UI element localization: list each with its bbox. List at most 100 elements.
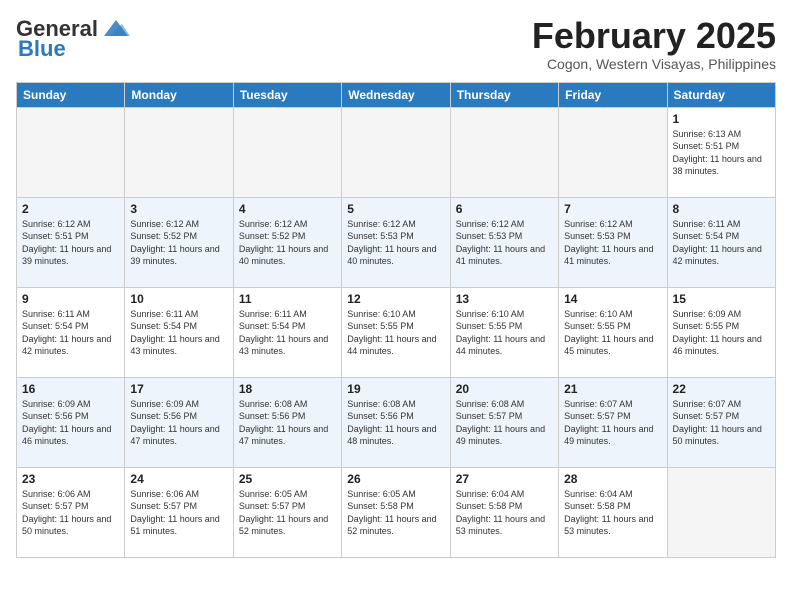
day-info: Sunrise: 6:11 AM Sunset: 5:54 PM Dayligh…	[239, 308, 336, 358]
day-info: Sunrise: 6:09 AM Sunset: 5:55 PM Dayligh…	[673, 308, 770, 358]
day-info: Sunrise: 6:08 AM Sunset: 5:57 PM Dayligh…	[456, 398, 553, 448]
calendar-week-row: 16Sunrise: 6:09 AM Sunset: 5:56 PM Dayli…	[17, 377, 776, 467]
day-number: 5	[347, 202, 444, 216]
calendar-cell: 23 Sunrise: 6:06 AM Sunset: 5:57 PM Dayli…	[17, 467, 125, 557]
calendar-cell: 20 Sunrise: 6:08 AM Sunset: 5:57 PM Dayli…	[450, 377, 558, 467]
day-number: 15	[673, 292, 770, 306]
day-info: Sunrise: 6:10 AM Sunset: 5:55 PM Dayligh…	[564, 308, 661, 358]
day-header-friday: Friday	[559, 82, 667, 107]
day-number: 27	[456, 472, 553, 486]
day-info: Sunrise: 6:12 AM Sunset: 5:51 PM Dayligh…	[22, 218, 119, 268]
day-info: Sunrise: 6:11 AM Sunset: 5:54 PM Dayligh…	[673, 218, 770, 268]
title-block: February 2025 Cogon, Western Visayas, Ph…	[532, 16, 776, 72]
day-number: 6	[456, 202, 553, 216]
day-info: Sunrise: 6:11 AM Sunset: 5:54 PM Dayligh…	[130, 308, 227, 358]
calendar-cell: 9 Sunrise: 6:11 AM Sunset: 5:54 PM Daylig…	[17, 287, 125, 377]
logo: General Blue	[16, 16, 132, 62]
calendar-cell: 21Sunrise: 6:07 AM Sunset: 5:57 PM Dayli…	[559, 377, 667, 467]
calendar-cell: 27 Sunrise: 6:04 AM Sunset: 5:58 PM Dayli…	[450, 467, 558, 557]
calendar-cell: 6 Sunrise: 6:12 AM Sunset: 5:53 PM Daylig…	[450, 197, 558, 287]
day-info: Sunrise: 6:13 AM Sunset: 5:51 PM Dayligh…	[673, 128, 770, 178]
day-info: Sunrise: 6:12 AM Sunset: 5:52 PM Dayligh…	[239, 218, 336, 268]
day-info: Sunrise: 6:08 AM Sunset: 5:56 PM Dayligh…	[239, 398, 336, 448]
calendar-cell: 2 Sunrise: 6:12 AM Sunset: 5:51 PM Daylig…	[17, 197, 125, 287]
day-info: Sunrise: 6:12 AM Sunset: 5:53 PM Dayligh…	[456, 218, 553, 268]
day-number: 24	[130, 472, 227, 486]
day-info: Sunrise: 6:07 AM Sunset: 5:57 PM Dayligh…	[673, 398, 770, 448]
day-info: Sunrise: 6:04 AM Sunset: 5:58 PM Dayligh…	[564, 488, 661, 538]
calendar-cell: 15 Sunrise: 6:09 AM Sunset: 5:55 PM Dayli…	[667, 287, 775, 377]
day-number: 8	[673, 202, 770, 216]
day-number: 28	[564, 472, 661, 486]
day-header-monday: Monday	[125, 82, 233, 107]
day-info: Sunrise: 6:06 AM Sunset: 5:57 PM Dayligh…	[22, 488, 119, 538]
day-info: Sunrise: 6:04 AM Sunset: 5:58 PM Dayligh…	[456, 488, 553, 538]
calendar-cell: 7 Sunrise: 6:12 AM Sunset: 5:53 PM Daylig…	[559, 197, 667, 287]
calendar-week-row: 23 Sunrise: 6:06 AM Sunset: 5:57 PM Dayli…	[17, 467, 776, 557]
day-number: 26	[347, 472, 444, 486]
day-info: Sunrise: 6:12 AM Sunset: 5:53 PM Dayligh…	[564, 218, 661, 268]
calendar-cell: 26 Sunrise: 6:05 AM Sunset: 5:58 PM Dayli…	[342, 467, 450, 557]
day-number: 11	[239, 292, 336, 306]
calendar-cell	[233, 107, 341, 197]
calendar-cell	[125, 107, 233, 197]
page-header: General Blue February 2025 Cogon, Wester…	[16, 16, 776, 72]
day-number: 19	[347, 382, 444, 396]
calendar-week-row: 1 Sunrise: 6:13 AM Sunset: 5:51 PM Daylig…	[17, 107, 776, 197]
day-number: 25	[239, 472, 336, 486]
day-info: Sunrise: 6:12 AM Sunset: 5:52 PM Dayligh…	[130, 218, 227, 268]
calendar-cell: 17 Sunrise: 6:09 AM Sunset: 5:56 PM Dayli…	[125, 377, 233, 467]
calendar-cell: 5 Sunrise: 6:12 AM Sunset: 5:53 PM Daylig…	[342, 197, 450, 287]
day-number: 12	[347, 292, 444, 306]
day-number: 20	[456, 382, 553, 396]
calendar-header-row: SundayMondayTuesdayWednesdayThursdayFrid…	[17, 82, 776, 107]
logo-blue: Blue	[16, 36, 132, 62]
calendar-cell: 14 Sunrise: 6:10 AM Sunset: 5:55 PM Dayli…	[559, 287, 667, 377]
day-info: Sunrise: 6:10 AM Sunset: 5:55 PM Dayligh…	[456, 308, 553, 358]
day-info: Sunrise: 6:12 AM Sunset: 5:53 PM Dayligh…	[347, 218, 444, 268]
day-info: Sunrise: 6:10 AM Sunset: 5:55 PM Dayligh…	[347, 308, 444, 358]
calendar: SundayMondayTuesdayWednesdayThursdayFrid…	[16, 82, 776, 558]
day-number: 18	[239, 382, 336, 396]
day-header-sunday: Sunday	[17, 82, 125, 107]
day-number: 17	[130, 382, 227, 396]
calendar-cell: 10 Sunrise: 6:11 AM Sunset: 5:54 PM Dayli…	[125, 287, 233, 377]
day-number: 23	[22, 472, 119, 486]
location: Cogon, Western Visayas, Philippines	[532, 56, 776, 72]
calendar-cell: 28 Sunrise: 6:04 AM Sunset: 5:58 PM Dayli…	[559, 467, 667, 557]
month-year: February 2025	[532, 16, 776, 56]
day-info: Sunrise: 6:08 AM Sunset: 5:56 PM Dayligh…	[347, 398, 444, 448]
calendar-cell: 12 Sunrise: 6:10 AM Sunset: 5:55 PM Dayli…	[342, 287, 450, 377]
day-header-wednesday: Wednesday	[342, 82, 450, 107]
day-number: 1	[673, 112, 770, 126]
calendar-cell: 18 Sunrise: 6:08 AM Sunset: 5:56 PM Dayli…	[233, 377, 341, 467]
calendar-week-row: 2 Sunrise: 6:12 AM Sunset: 5:51 PM Daylig…	[17, 197, 776, 287]
day-number: 10	[130, 292, 227, 306]
day-number: 4	[239, 202, 336, 216]
day-number: 2	[22, 202, 119, 216]
calendar-cell: 1 Sunrise: 6:13 AM Sunset: 5:51 PM Daylig…	[667, 107, 775, 197]
calendar-cell	[450, 107, 558, 197]
day-number: 13	[456, 292, 553, 306]
calendar-cell: 8 Sunrise: 6:11 AM Sunset: 5:54 PM Daylig…	[667, 197, 775, 287]
day-number: 22	[673, 382, 770, 396]
calendar-cell	[559, 107, 667, 197]
day-number: 7	[564, 202, 661, 216]
day-info: Sunrise: 6:05 AM Sunset: 5:57 PM Dayligh…	[239, 488, 336, 538]
day-number: 14	[564, 292, 661, 306]
day-info: Sunrise: 6:06 AM Sunset: 5:57 PM Dayligh…	[130, 488, 227, 538]
day-info: Sunrise: 6:11 AM Sunset: 5:54 PM Dayligh…	[22, 308, 119, 358]
day-header-thursday: Thursday	[450, 82, 558, 107]
day-number: 9	[22, 292, 119, 306]
calendar-cell: 4 Sunrise: 6:12 AM Sunset: 5:52 PM Daylig…	[233, 197, 341, 287]
calendar-cell: 3Sunrise: 6:12 AM Sunset: 5:52 PM Daylig…	[125, 197, 233, 287]
day-info: Sunrise: 6:09 AM Sunset: 5:56 PM Dayligh…	[130, 398, 227, 448]
calendar-cell: 13 Sunrise: 6:10 AM Sunset: 5:55 PM Dayli…	[450, 287, 558, 377]
day-info: Sunrise: 6:07 AM Sunset: 5:57 PM Dayligh…	[564, 398, 661, 448]
calendar-week-row: 9 Sunrise: 6:11 AM Sunset: 5:54 PM Daylig…	[17, 287, 776, 377]
day-header-saturday: Saturday	[667, 82, 775, 107]
calendar-cell: 22 Sunrise: 6:07 AM Sunset: 5:57 PM Dayli…	[667, 377, 775, 467]
day-info: Sunrise: 6:05 AM Sunset: 5:58 PM Dayligh…	[347, 488, 444, 538]
calendar-cell	[17, 107, 125, 197]
calendar-cell: 11 Sunrise: 6:11 AM Sunset: 5:54 PM Dayli…	[233, 287, 341, 377]
